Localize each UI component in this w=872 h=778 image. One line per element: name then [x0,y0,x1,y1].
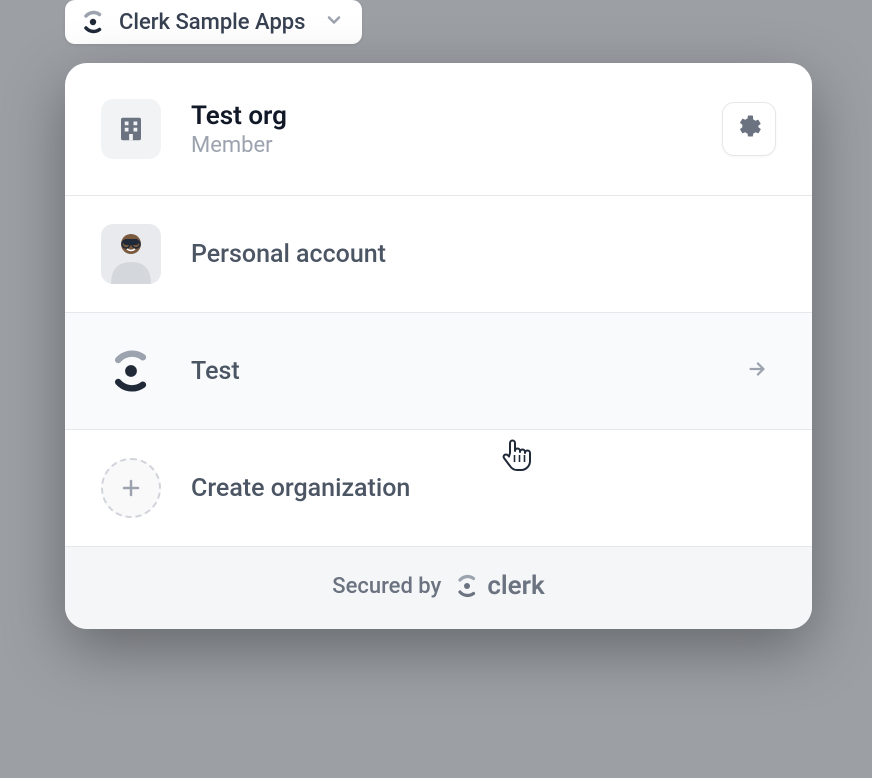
current-org-name: Test org [191,101,287,131]
org-switcher-label: Clerk Sample Apps [119,10,306,35]
gear-icon [737,115,761,143]
plus-icon [101,458,161,518]
clerk-brand-text: clerk [487,571,544,601]
org-switcher-panel: Test org Member Personal a [65,63,812,629]
org-item-label: Test [191,357,240,386]
current-org-row: Test org Member [65,63,812,196]
personal-account-row[interactable]: Personal account [65,196,812,313]
clerk-logo-icon [101,341,161,401]
org-item-test[interactable]: Test [65,313,812,430]
clerk-logo-icon [455,574,479,598]
clerk-badge: clerk [455,571,544,601]
chevron-down-icon [324,10,344,34]
secured-by-footer: Secured by clerk [65,547,812,629]
arrow-right-icon [746,358,768,384]
org-settings-button[interactable] [722,102,776,156]
avatar [101,224,161,284]
secured-by-text: Secured by [332,574,441,599]
building-icon [101,99,161,159]
personal-account-label: Personal account [191,240,386,269]
clerk-logo-icon [79,8,107,36]
create-organization-row[interactable]: Create organization [65,430,812,547]
org-switcher-trigger[interactable]: Clerk Sample Apps [65,0,362,44]
current-org-role: Member [191,133,287,158]
create-organization-label: Create organization [191,474,410,503]
